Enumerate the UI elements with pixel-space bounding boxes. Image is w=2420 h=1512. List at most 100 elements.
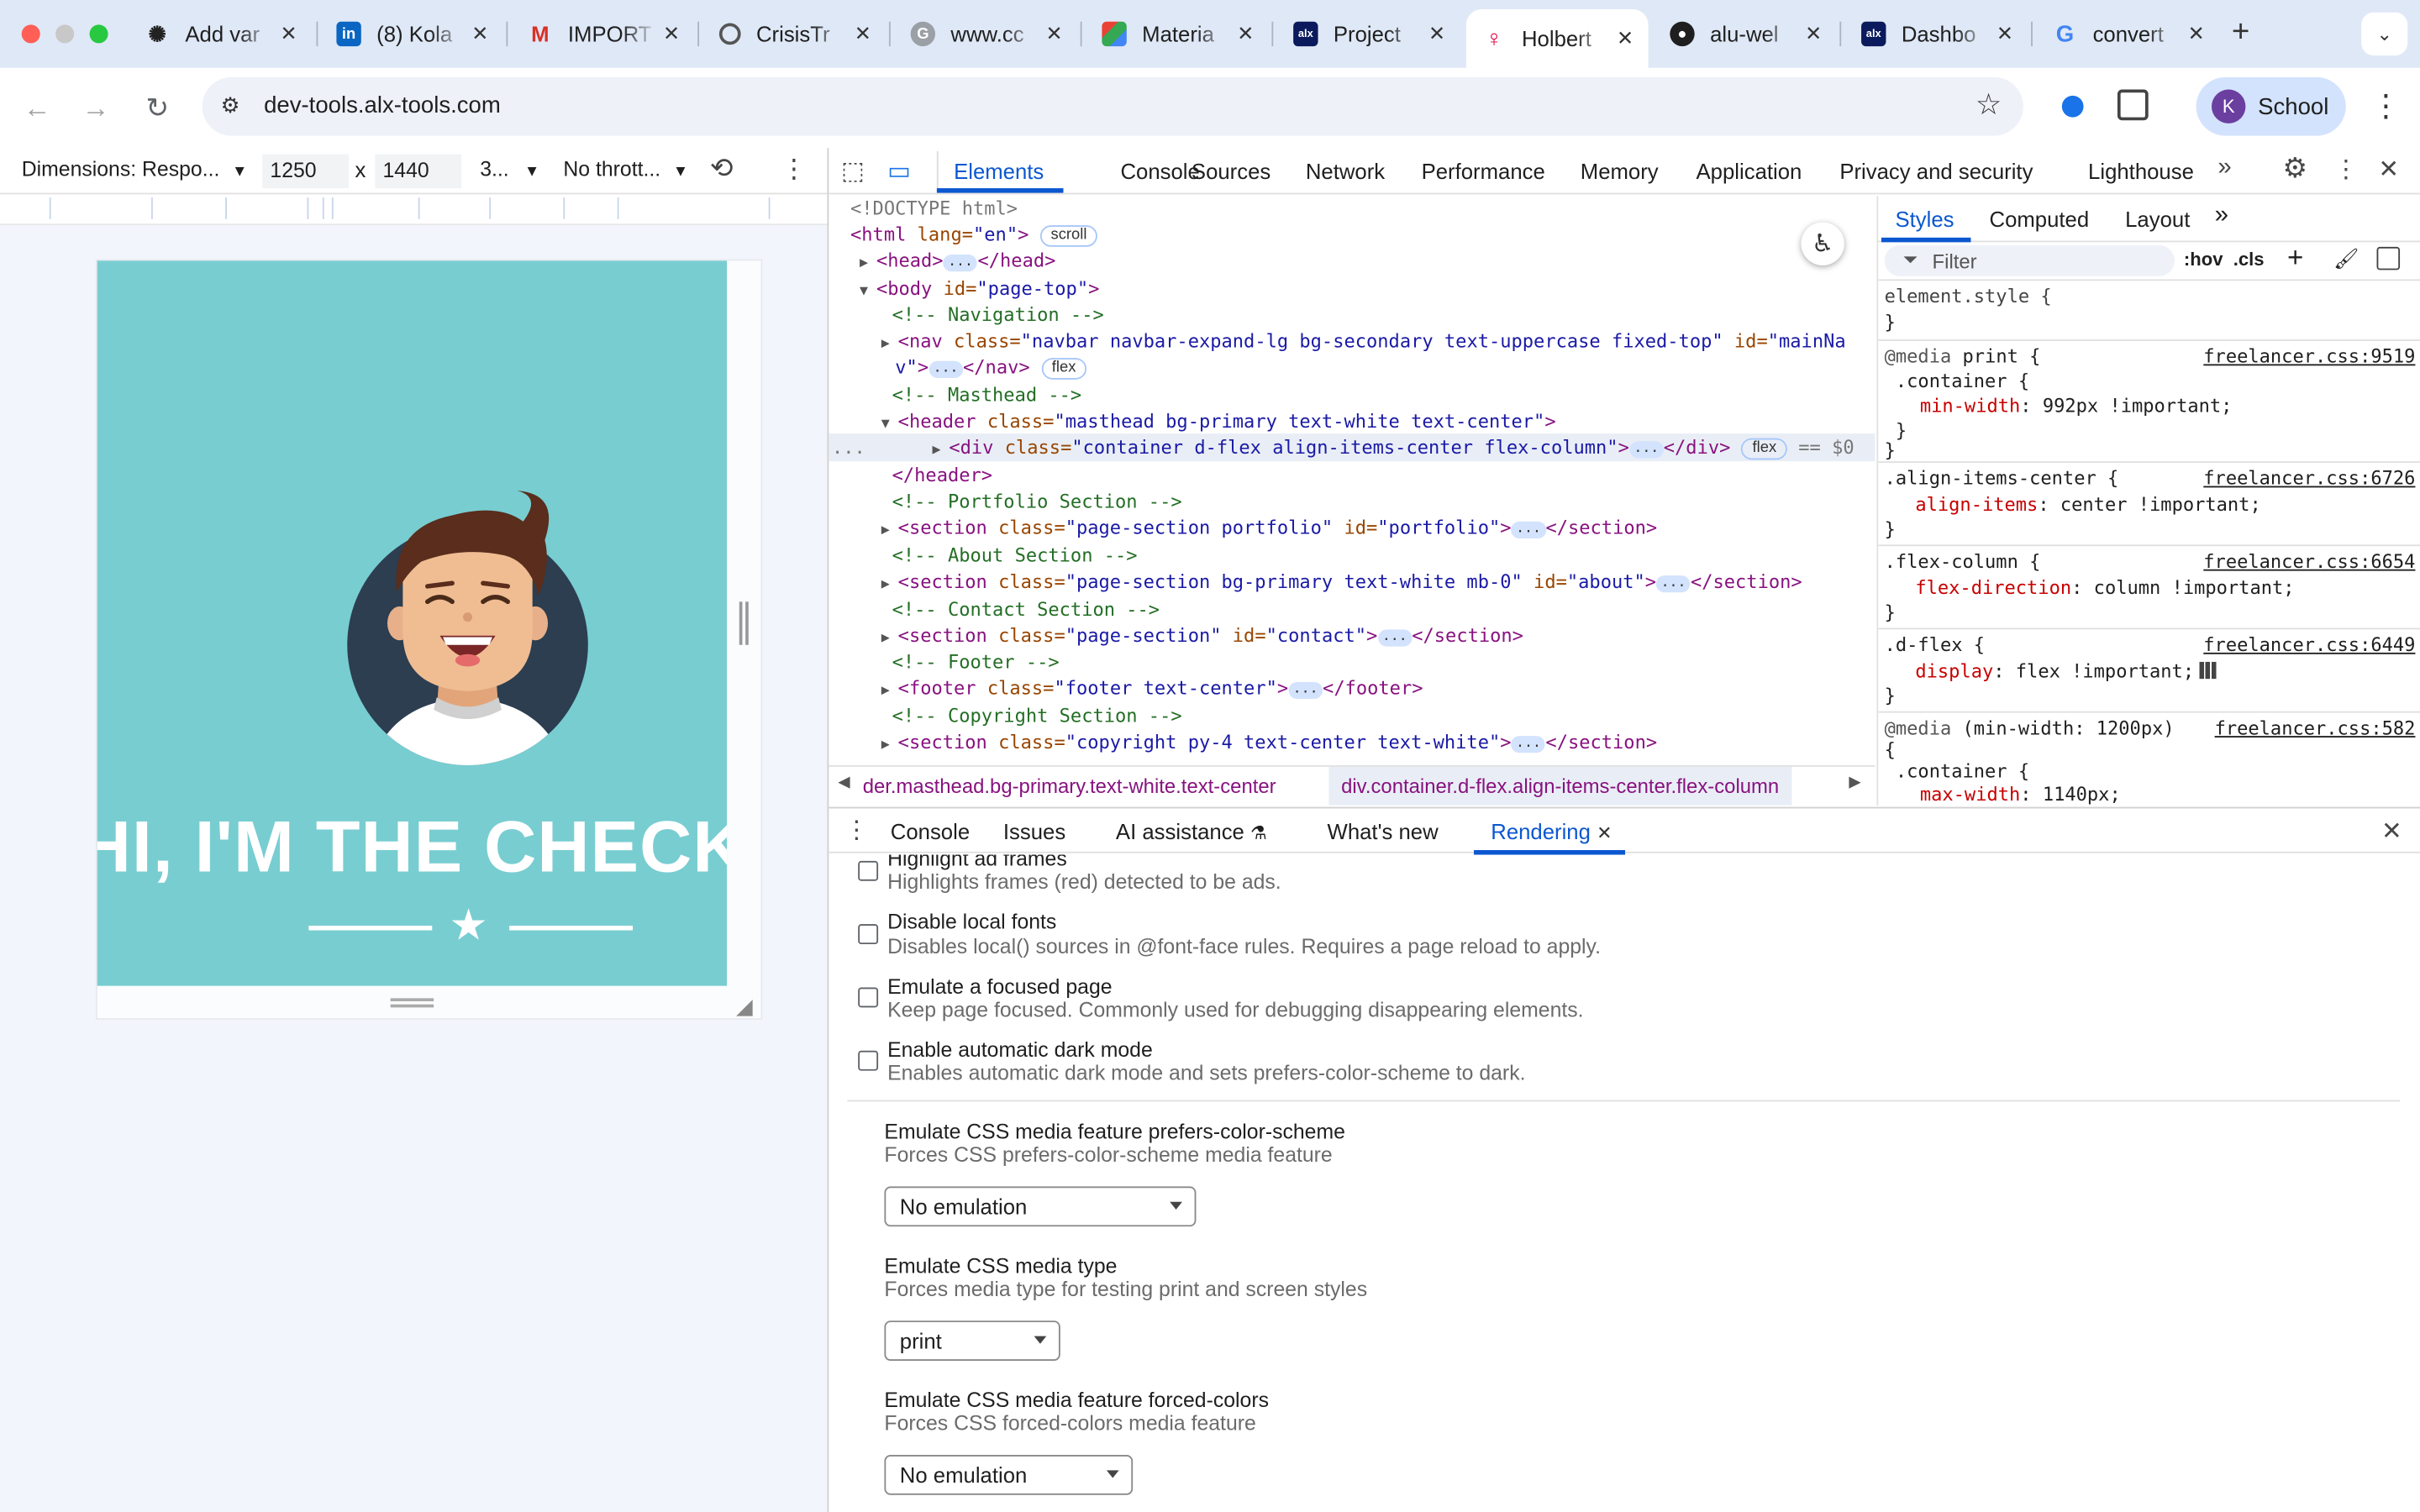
style-source-link[interactable]: freelancer.css:582 — [2215, 717, 2416, 739]
back-icon[interactable]: ← — [18, 90, 55, 127]
browser-tab-active[interactable]: ♀ Holbert ✕ — [1465, 9, 1649, 68]
dom-comment[interactable]: <!-- Footer --> — [892, 649, 1060, 676]
close-tab-icon[interactable]: ✕ — [657, 22, 685, 46]
tab-styles[interactable]: Styles — [1895, 207, 1954, 231]
dom-line[interactable]: ▶ <footer class="footer text-center">...… — [881, 675, 1423, 706]
accessibility-icon[interactable]: ♿ — [1801, 222, 1844, 265]
flex-editor-icon[interactable] — [2198, 661, 2216, 680]
device-toggle-icon[interactable]: ▭ — [887, 156, 911, 187]
media-query-ruler[interactable] — [0, 194, 828, 226]
resize-handle-bottom[interactable] — [390, 998, 434, 1008]
hov-toggle[interactable]: :hov — [2184, 249, 2223, 270]
dom-line[interactable]: <html lang="en"> scroll — [850, 222, 1098, 249]
more-tabs-chevron-icon[interactable]: » — [2217, 155, 2231, 182]
dom-line[interactable]: <!DOCTYPE html> — [850, 196, 1018, 223]
tab-network[interactable]: Network — [1306, 159, 1385, 183]
dom-comment[interactable]: <!-- Navigation --> — [892, 302, 1104, 329]
close-tab-icon[interactable]: ✕ — [1232, 22, 1260, 46]
style-selector[interactable]: .align-items-center { — [1885, 468, 2119, 490]
style-declaration[interactable]: display: flex !important; — [1915, 660, 2216, 682]
style-selector[interactable]: .flex-column { — [1885, 551, 2041, 573]
url-text[interactable]: dev-tools.alx-tools.com — [264, 92, 501, 118]
close-drawer-tab-icon[interactable]: ✕ — [1597, 822, 1612, 844]
tab-application[interactable]: Application — [1697, 159, 1802, 183]
profile-button[interactable]: K School — [2196, 76, 2346, 136]
automatic-dark-mode-checkbox[interactable] — [858, 1050, 879, 1071]
browser-tab[interactable]: G convert ✕ — [2037, 13, 2219, 55]
more-subtabs-chevron-icon[interactable]: » — [2215, 202, 2228, 230]
drawer-tab-whats-new[interactable]: What's new — [1328, 819, 1439, 843]
dom-line[interactable]: ▶ <section class="copyright py-4 text-ce… — [881, 730, 1657, 760]
style-media[interactable]: @media print { — [1885, 345, 2041, 367]
browser-tab[interactable]: Materia ✕ — [1086, 13, 1269, 55]
reload-icon[interactable]: ↻ — [139, 90, 176, 127]
highlight-ad-frames-checkbox[interactable] — [858, 860, 879, 881]
style-selector[interactable]: .d-flex { — [1885, 634, 1985, 656]
new-tab-button[interactable]: + — [2232, 15, 2249, 50]
style-declaration[interactable]: align-items: center !important; — [1915, 494, 2260, 516]
dom-comment[interactable]: <!-- Copyright Section --> — [892, 704, 1182, 731]
dom-line[interactable]: v">... </nav> flex — [895, 354, 1087, 381]
extensions-puzzle-icon[interactable] — [2117, 89, 2149, 121]
style-source-link[interactable]: freelancer.css:6726 — [2203, 468, 2415, 490]
dom-line[interactable]: ▶ <section class="page-section portfolio… — [881, 515, 1657, 545]
tab-lighthouse[interactable]: Lighthouse — [2088, 159, 2194, 183]
dom-comment[interactable]: <!-- Portfolio Section --> — [892, 489, 1182, 516]
browser-tab[interactable]: ● alu-wel ✕ — [1655, 13, 1837, 55]
dom-line[interactable]: ▶ <head>... </head> — [860, 249, 1055, 279]
browser-tab[interactable]: M IMPORT ✕ — [513, 13, 695, 55]
customize-kebab-icon[interactable]: ⋮ — [2333, 155, 2358, 186]
close-tab-icon[interactable]: ✕ — [2182, 22, 2210, 46]
paint-brush-icon[interactable]: 🖌 — [2333, 247, 2359, 271]
zoom-select[interactable]: 3... ▼ — [480, 157, 539, 181]
browser-tab[interactable]: ✺ Add var ✕ — [129, 13, 312, 55]
extension-dot-icon[interactable] — [2061, 95, 2084, 118]
breadcrumb-item[interactable]: der.masthead.bg-primary.text-white.text-… — [863, 774, 1326, 798]
close-tab-icon[interactable]: ✕ — [1040, 22, 1068, 46]
flex-badge[interactable]: flex — [1040, 358, 1087, 380]
close-tab-icon[interactable]: ✕ — [1991, 22, 2018, 46]
drawer-tab-console[interactable]: Console — [891, 819, 970, 843]
drawer-tab-ai-assistance[interactable]: AI assistance ⚗ — [1116, 819, 1267, 843]
tab-computed[interactable]: Computed — [1990, 207, 2090, 231]
throttle-select[interactable]: No thrott... ▼ — [563, 157, 688, 181]
close-tab-icon[interactable]: ✕ — [1800, 22, 1828, 46]
scroll-badge[interactable]: scroll — [1039, 225, 1098, 247]
browser-tab[interactable]: in (8) Kola ✕ — [321, 13, 503, 55]
site-info-icon[interactable]: ⚙ — [221, 92, 240, 118]
drawer-tab-issues[interactable]: Issues — [1003, 819, 1065, 843]
resize-handle-right[interactable] — [739, 601, 749, 645]
dom-line[interactable]: ▶ <section class="page-section bg-primar… — [881, 570, 1802, 600]
settings-gear-icon[interactable]: ⚙ — [2282, 153, 2307, 186]
close-tab-icon[interactable]: ✕ — [1612, 26, 1639, 50]
style-source-link[interactable]: freelancer.css:6654 — [2203, 551, 2415, 573]
dom-line[interactable]: </header> — [892, 463, 992, 490]
tab-search-chevron-icon[interactable]: ⌄ — [2361, 12, 2408, 56]
new-style-rule-icon[interactable]: + — [2287, 242, 2303, 275]
tab-sources[interactable]: Sources — [1192, 159, 1270, 183]
style-selector[interactable]: .container { — [1885, 370, 2029, 392]
dom-line-selected[interactable]: ... ▶ <div class="container d-flex align… — [832, 435, 1854, 465]
style-declaration[interactable]: max-width: 1140px; — [1920, 784, 2121, 806]
forced-colors-select[interactable]: No emulation — [884, 1455, 1134, 1495]
dom-comment[interactable]: <!-- Masthead --> — [892, 383, 1082, 410]
breadcrumb-left-arrow-icon[interactable]: ◀ — [838, 774, 850, 791]
toggle-sidebar-icon[interactable] — [2376, 246, 2401, 270]
bookmark-star-icon[interactable]: ☆ — [1975, 88, 2002, 123]
dom-comment[interactable]: <!-- Contact Section --> — [892, 597, 1160, 624]
inspect-element-icon[interactable]: ⬚ — [841, 156, 865, 187]
width-input[interactable]: 1250 — [262, 154, 350, 189]
style-rule[interactable]: element.style { — [1885, 286, 2052, 307]
dom-comment[interactable]: <!-- About Section --> — [892, 543, 1138, 570]
style-selector[interactable]: .container { — [1885, 760, 2029, 782]
breadcrumb-right-arrow-icon[interactable]: ▶ — [1849, 774, 1860, 791]
browser-tab[interactable]: alx Dashbo ✕ — [1846, 13, 2028, 55]
rotate-icon[interactable]: ⟲ — [710, 153, 734, 186]
minimize-window-button[interactable] — [55, 24, 75, 44]
style-source-link[interactable]: freelancer.css:6449 — [2203, 634, 2415, 656]
cls-toggle[interactable]: .cls — [2233, 249, 2265, 270]
tab-layout[interactable]: Layout — [2125, 207, 2190, 231]
tab-performance[interactable]: Performance — [1422, 159, 1545, 183]
breadcrumb-item-selected[interactable]: div.container.d-flex.align-items-center.… — [1328, 766, 1791, 806]
disable-local-fonts-checkbox[interactable] — [858, 924, 879, 945]
